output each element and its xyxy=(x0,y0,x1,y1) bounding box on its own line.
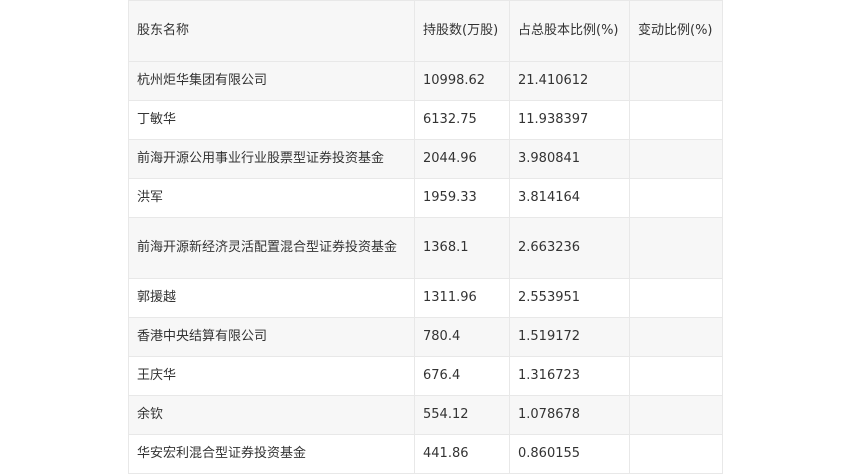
cell-ratio: 0.860155 xyxy=(509,434,630,474)
cell-name: 洪军 xyxy=(128,178,415,218)
table-row: 郭援越 1311.96 2.553951 xyxy=(128,278,723,318)
table-row: 香港中央结算有限公司 780.4 1.519172 xyxy=(128,317,723,357)
cell-ratio: 2.663236 xyxy=(509,217,630,279)
table-header-row: 股东名称 持股数(万股) 占总股本比例(%) 变动比例(%) xyxy=(128,0,723,62)
cell-name: 丁敏华 xyxy=(128,100,415,140)
cell-shares: 10998.62 xyxy=(414,61,510,101)
header-change-ratio: 变动比例(%) xyxy=(629,0,723,62)
cell-shares: 1368.1 xyxy=(414,217,510,279)
cell-change xyxy=(629,395,723,435)
cell-shares: 2044.96 xyxy=(414,139,510,179)
cell-name: 华安宏利混合型证券投资基金 xyxy=(128,434,415,474)
table-row: 杭州炬华集团有限公司 10998.62 21.410612 xyxy=(128,61,723,101)
cell-name: 前海开源公用事业行业股票型证券投资基金 xyxy=(128,139,415,179)
cell-shares: 554.12 xyxy=(414,395,510,435)
cell-shares: 780.4 xyxy=(414,317,510,357)
cell-name: 前海开源新经济灵活配置混合型证券投资基金 xyxy=(128,217,415,279)
cell-change xyxy=(629,278,723,318)
cell-ratio: 1.078678 xyxy=(509,395,630,435)
cell-shares: 6132.75 xyxy=(414,100,510,140)
header-shares: 持股数(万股) xyxy=(414,0,510,62)
cell-name: 香港中央结算有限公司 xyxy=(128,317,415,357)
cell-shares: 1959.33 xyxy=(414,178,510,218)
cell-change xyxy=(629,61,723,101)
table-row: 王庆华 676.4 1.316723 xyxy=(128,356,723,396)
shareholder-table: 股东名称 持股数(万股) 占总股本比例(%) 变动比例(%) 杭州炬华集团有限公… xyxy=(128,0,723,474)
table-row: 丁敏华 6132.75 11.938397 xyxy=(128,100,723,140)
cell-change xyxy=(629,317,723,357)
cell-name: 杭州炬华集团有限公司 xyxy=(128,61,415,101)
cell-change xyxy=(629,217,723,279)
cell-ratio: 3.980841 xyxy=(509,139,630,179)
cell-shares: 1311.96 xyxy=(414,278,510,318)
cell-ratio: 3.814164 xyxy=(509,178,630,218)
cell-ratio: 11.938397 xyxy=(509,100,630,140)
table-row: 前海开源新经济灵活配置混合型证券投资基金 1368.1 2.663236 xyxy=(128,217,723,279)
cell-shares: 676.4 xyxy=(414,356,510,396)
cell-change xyxy=(629,434,723,474)
cell-name: 王庆华 xyxy=(128,356,415,396)
cell-change xyxy=(629,100,723,140)
table-row: 前海开源公用事业行业股票型证券投资基金 2044.96 3.980841 xyxy=(128,139,723,179)
cell-change xyxy=(629,178,723,218)
header-share-ratio: 占总股本比例(%) xyxy=(509,0,630,62)
cell-change xyxy=(629,356,723,396)
cell-change xyxy=(629,139,723,179)
cell-name: 郭援越 xyxy=(128,278,415,318)
table-row: 华安宏利混合型证券投资基金 441.86 0.860155 xyxy=(128,434,723,474)
cell-ratio: 1.316723 xyxy=(509,356,630,396)
table-row: 洪军 1959.33 3.814164 xyxy=(128,178,723,218)
cell-name: 余钦 xyxy=(128,395,415,435)
table-row: 余钦 554.12 1.078678 xyxy=(128,395,723,435)
cell-ratio: 2.553951 xyxy=(509,278,630,318)
cell-ratio: 21.410612 xyxy=(509,61,630,101)
header-shareholder-name: 股东名称 xyxy=(128,0,415,62)
cell-ratio: 1.519172 xyxy=(509,317,630,357)
cell-shares: 441.86 xyxy=(414,434,510,474)
